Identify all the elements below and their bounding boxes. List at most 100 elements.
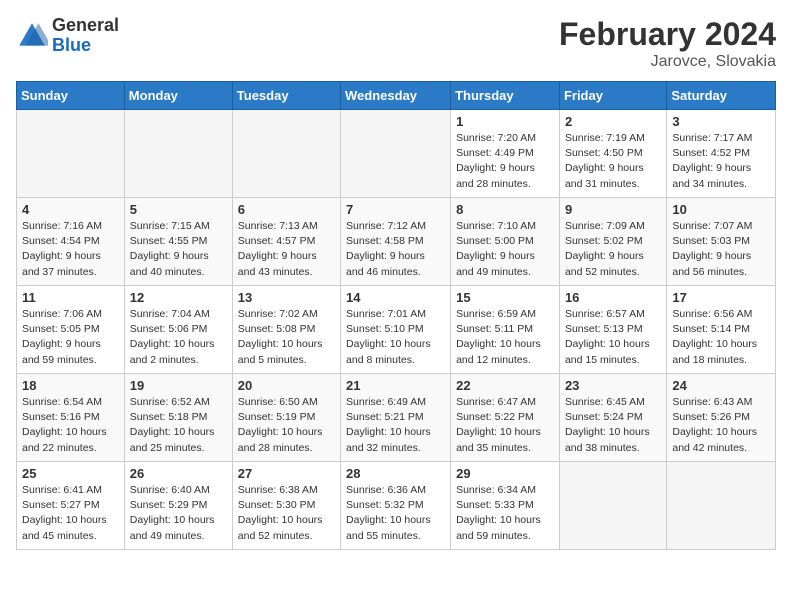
day-info: Sunrise: 7:13 AMSunset: 4:57 PMDaylight:… — [238, 219, 335, 280]
calendar-cell: 22 Sunrise: 6:47 AMSunset: 5:22 PMDayligh… — [451, 374, 560, 462]
day-info: Sunrise: 7:15 AMSunset: 4:55 PMDaylight:… — [130, 219, 227, 280]
calendar-cell — [667, 462, 776, 550]
day-info: Sunrise: 7:19 AMSunset: 4:50 PMDaylight:… — [565, 131, 661, 192]
calendar-cell: 23 Sunrise: 6:45 AMSunset: 5:24 PMDayligh… — [559, 374, 666, 462]
day-info: Sunrise: 6:36 AMSunset: 5:32 PMDaylight:… — [346, 483, 445, 544]
day-info: Sunrise: 6:41 AMSunset: 5:27 PMDaylight:… — [22, 483, 119, 544]
day-info: Sunrise: 7:12 AMSunset: 4:58 PMDaylight:… — [346, 219, 445, 280]
weekday-header: Tuesday — [232, 82, 340, 110]
day-number: 28 — [346, 466, 445, 481]
day-number: 1 — [456, 114, 554, 129]
calendar-cell: 21 Sunrise: 6:49 AMSunset: 5:21 PMDayligh… — [341, 374, 451, 462]
calendar-cell: 13 Sunrise: 7:02 AMSunset: 5:08 PMDayligh… — [232, 286, 340, 374]
day-number: 9 — [565, 202, 661, 217]
calendar-cell: 11 Sunrise: 7:06 AMSunset: 5:05 PMDayligh… — [17, 286, 125, 374]
calendar-cell — [124, 110, 232, 198]
day-number: 20 — [238, 378, 335, 393]
calendar-cell: 24 Sunrise: 6:43 AMSunset: 5:26 PMDayligh… — [667, 374, 776, 462]
weekday-header: Wednesday — [341, 82, 451, 110]
calendar-cell: 18 Sunrise: 6:54 AMSunset: 5:16 PMDayligh… — [17, 374, 125, 462]
day-info: Sunrise: 6:43 AMSunset: 5:26 PMDaylight:… — [672, 395, 770, 456]
weekday-header: Monday — [124, 82, 232, 110]
calendar-cell: 27 Sunrise: 6:38 AMSunset: 5:30 PMDayligh… — [232, 462, 340, 550]
calendar-cell: 16 Sunrise: 6:57 AMSunset: 5:13 PMDayligh… — [559, 286, 666, 374]
day-info: Sunrise: 6:54 AMSunset: 5:16 PMDaylight:… — [22, 395, 119, 456]
calendar-cell: 26Sunrise: 6:40 AMSunset: 5:29 PMDayligh… — [124, 462, 232, 550]
day-number: 17 — [672, 290, 770, 305]
title-block: February 2024 Jarovce, Slovakia — [559, 16, 776, 71]
calendar-week-row: 18 Sunrise: 6:54 AMSunset: 5:16 PMDayligh… — [17, 374, 776, 462]
calendar-cell — [559, 462, 666, 550]
day-number: 23 — [565, 378, 661, 393]
day-info: Sunrise: 6:57 AMSunset: 5:13 PMDaylight:… — [565, 307, 661, 368]
calendar-week-row: 25Sunrise: 6:41 AMSunset: 5:27 PMDayligh… — [17, 462, 776, 550]
day-info: Sunrise: 6:38 AMSunset: 5:30 PMDaylight:… — [238, 483, 335, 544]
calendar-cell: 8 Sunrise: 7:10 AMSunset: 5:00 PMDaylight… — [451, 198, 560, 286]
day-number: 27 — [238, 466, 335, 481]
day-number: 3 — [672, 114, 770, 129]
calendar-table: SundayMondayTuesdayWednesdayThursdayFrid… — [16, 81, 776, 550]
day-number: 4 — [22, 202, 119, 217]
day-info: Sunrise: 7:20 AMSunset: 4:49 PMDaylight:… — [456, 131, 554, 192]
day-info: Sunrise: 7:10 AMSunset: 5:00 PMDaylight:… — [456, 219, 554, 280]
calendar-cell: 4Sunrise: 7:16 AMSunset: 4:54 PMDaylight… — [17, 198, 125, 286]
calendar-cell: 9 Sunrise: 7:09 AMSunset: 5:02 PMDaylight… — [559, 198, 666, 286]
calendar-week-row: 1 Sunrise: 7:20 AMSunset: 4:49 PMDaylight… — [17, 110, 776, 198]
calendar-title: February 2024 — [559, 16, 776, 53]
calendar-cell — [232, 110, 340, 198]
logo-line2: Blue — [52, 36, 119, 56]
day-info: Sunrise: 7:06 AMSunset: 5:05 PMDaylight:… — [22, 307, 119, 368]
calendar-cell: 25Sunrise: 6:41 AMSunset: 5:27 PMDayligh… — [17, 462, 125, 550]
day-number: 29 — [456, 466, 554, 481]
calendar-header: SundayMondayTuesdayWednesdayThursdayFrid… — [17, 82, 776, 110]
logo: General Blue — [16, 16, 119, 56]
calendar-cell — [17, 110, 125, 198]
calendar-cell: 5 Sunrise: 7:15 AMSunset: 4:55 PMDaylight… — [124, 198, 232, 286]
calendar-cell: 29Sunrise: 6:34 AMSunset: 5:33 PMDayligh… — [451, 462, 560, 550]
calendar-subtitle: Jarovce, Slovakia — [559, 53, 776, 71]
day-info: Sunrise: 7:09 AMSunset: 5:02 PMDaylight:… — [565, 219, 661, 280]
calendar-cell: 1 Sunrise: 7:20 AMSunset: 4:49 PMDaylight… — [451, 110, 560, 198]
header-row: SundayMondayTuesdayWednesdayThursdayFrid… — [17, 82, 776, 110]
day-number: 18 — [22, 378, 119, 393]
day-info: Sunrise: 6:52 AMSunset: 5:18 PMDaylight:… — [130, 395, 227, 456]
day-number: 5 — [130, 202, 227, 217]
calendar-cell: 2 Sunrise: 7:19 AMSunset: 4:50 PMDaylight… — [559, 110, 666, 198]
day-info: Sunrise: 6:47 AMSunset: 5:22 PMDaylight:… — [456, 395, 554, 456]
calendar-cell: 14 Sunrise: 7:01 AMSunset: 5:10 PMDayligh… — [341, 286, 451, 374]
day-number: 7 — [346, 202, 445, 217]
day-number: 16 — [565, 290, 661, 305]
day-number: 13 — [238, 290, 335, 305]
calendar-cell: 17Sunrise: 6:56 AMSunset: 5:14 PMDayligh… — [667, 286, 776, 374]
day-number: 11 — [22, 290, 119, 305]
calendar-cell: 7 Sunrise: 7:12 AMSunset: 4:58 PMDaylight… — [341, 198, 451, 286]
day-number: 6 — [238, 202, 335, 217]
calendar-cell: 10Sunrise: 7:07 AMSunset: 5:03 PMDayligh… — [667, 198, 776, 286]
logo-line1: General — [52, 16, 119, 36]
calendar-cell: 28 Sunrise: 6:36 AMSunset: 5:32 PMDayligh… — [341, 462, 451, 550]
day-number: 24 — [672, 378, 770, 393]
calendar-week-row: 4Sunrise: 7:16 AMSunset: 4:54 PMDaylight… — [17, 198, 776, 286]
day-number: 22 — [456, 378, 554, 393]
weekday-header: Sunday — [17, 82, 125, 110]
day-number: 15 — [456, 290, 554, 305]
weekday-header: Friday — [559, 82, 666, 110]
page-header: General Blue February 2024 Jarovce, Slov… — [16, 16, 776, 71]
day-info: Sunrise: 7:02 AMSunset: 5:08 PMDaylight:… — [238, 307, 335, 368]
day-number: 26 — [130, 466, 227, 481]
day-number: 2 — [565, 114, 661, 129]
day-info: Sunrise: 6:59 AMSunset: 5:11 PMDaylight:… — [456, 307, 554, 368]
calendar-week-row: 11 Sunrise: 7:06 AMSunset: 5:05 PMDayligh… — [17, 286, 776, 374]
weekday-header: Saturday — [667, 82, 776, 110]
day-info: Sunrise: 6:50 AMSunset: 5:19 PMDaylight:… — [238, 395, 335, 456]
logo-icon — [16, 20, 48, 52]
day-info: Sunrise: 6:45 AMSunset: 5:24 PMDaylight:… — [565, 395, 661, 456]
weekday-header: Thursday — [451, 82, 560, 110]
day-info: Sunrise: 6:49 AMSunset: 5:21 PMDaylight:… — [346, 395, 445, 456]
day-number: 19 — [130, 378, 227, 393]
day-number: 8 — [456, 202, 554, 217]
day-number: 14 — [346, 290, 445, 305]
day-info: Sunrise: 7:01 AMSunset: 5:10 PMDaylight:… — [346, 307, 445, 368]
day-number: 21 — [346, 378, 445, 393]
calendar-cell: 20 Sunrise: 6:50 AMSunset: 5:19 PMDayligh… — [232, 374, 340, 462]
